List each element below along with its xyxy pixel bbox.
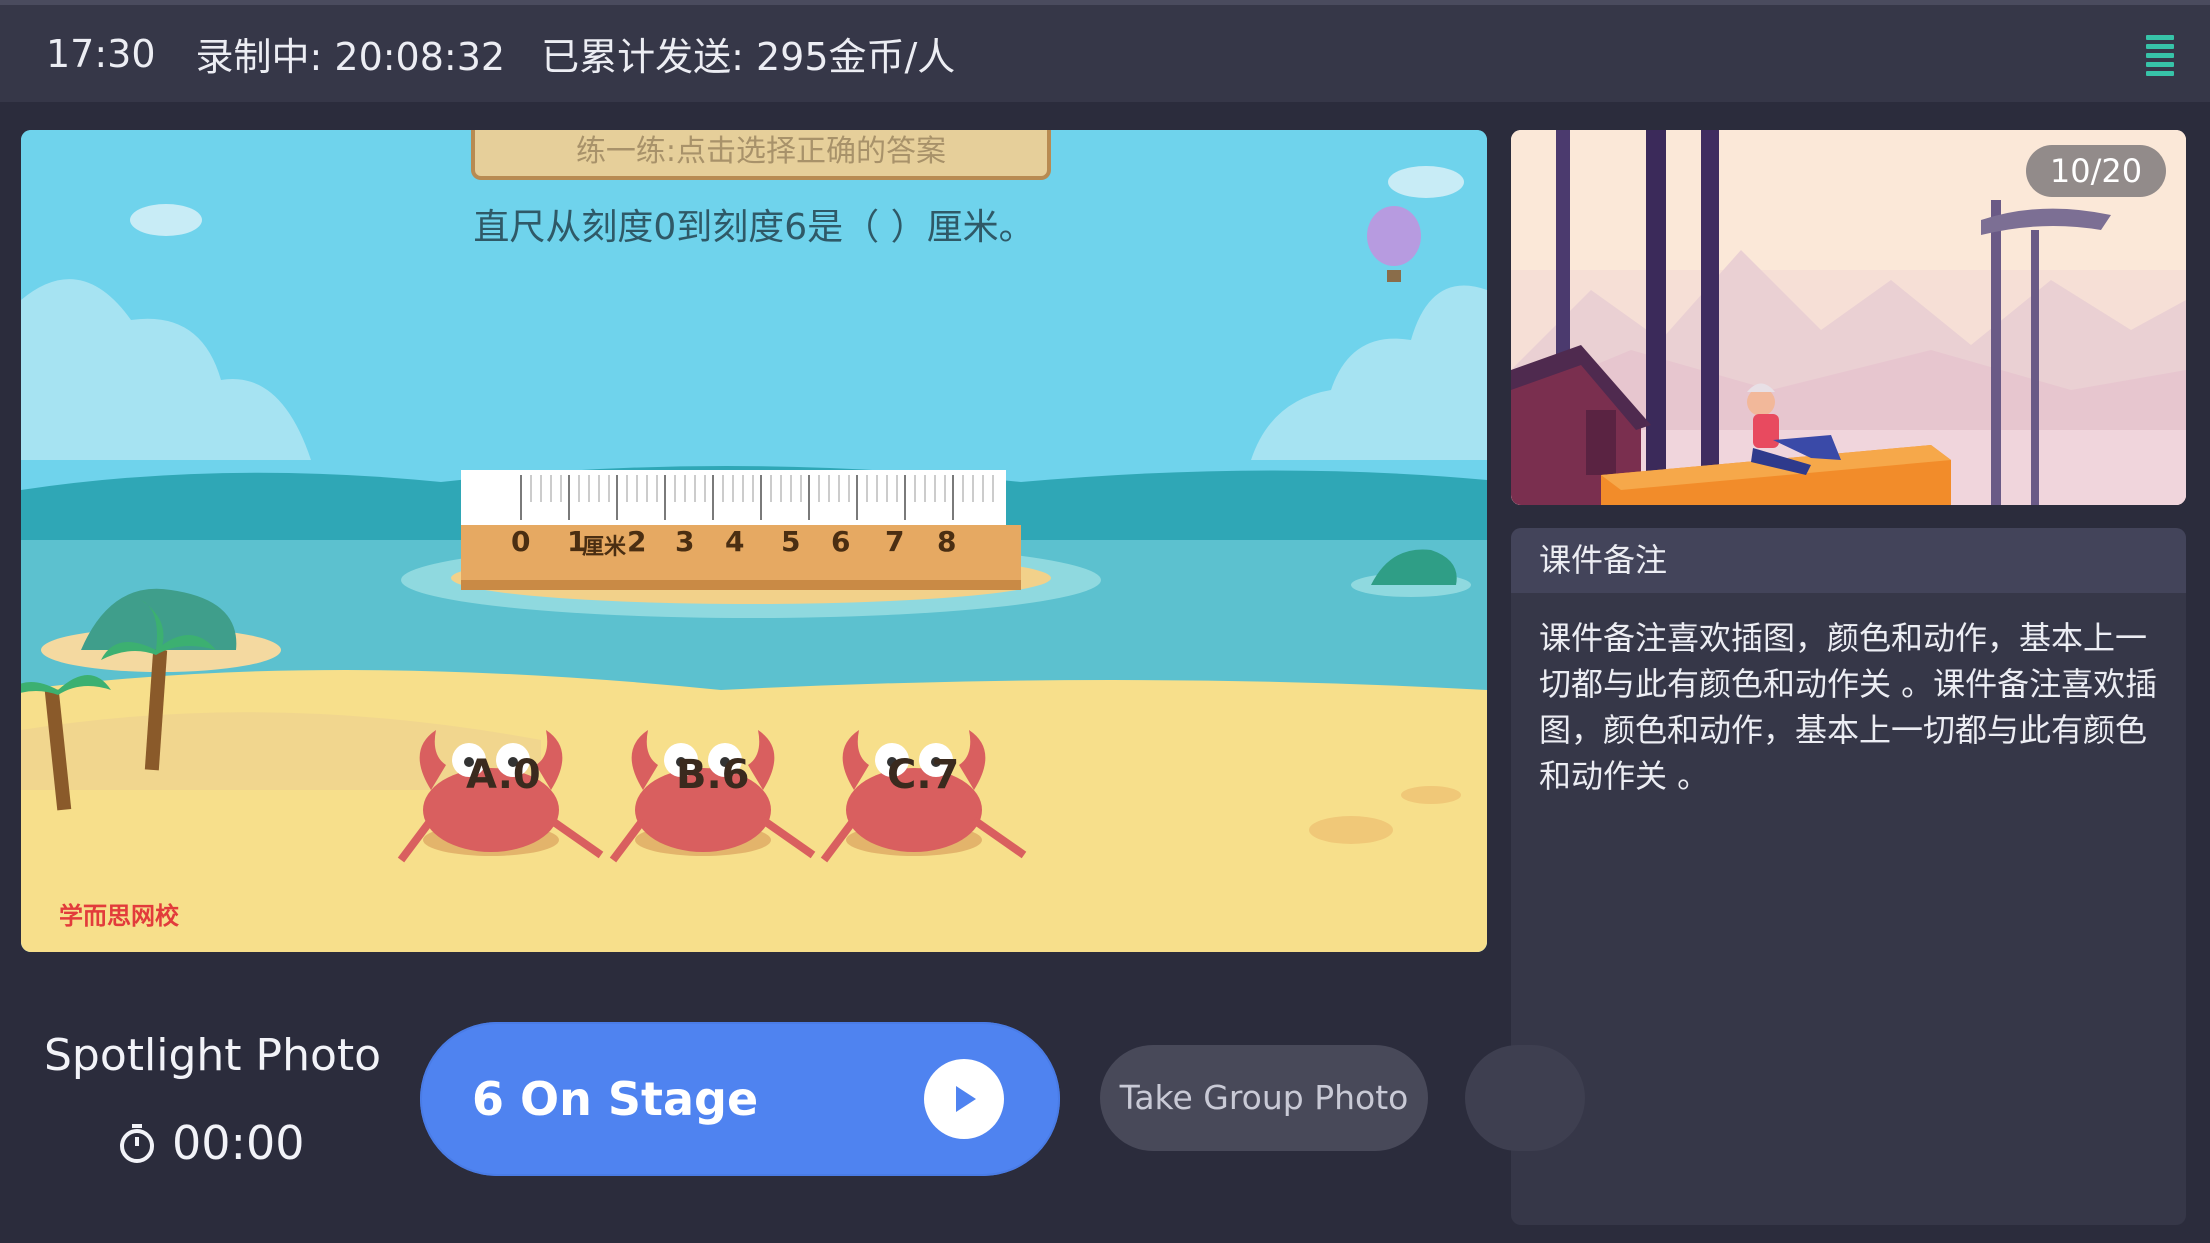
exercise-banner: 练一练:点击选择正确的答案 xyxy=(471,130,1051,180)
spotlight-photo-label: Spotlight Photo xyxy=(44,1030,382,1081)
ruler-tick-label: 3 xyxy=(675,525,695,558)
answer-option-a[interactable]: A.0 xyxy=(466,752,541,798)
courseware-notes-panel: 课件备注 课件备注喜欢插图，颜色和动作，基本上一切都与此有颜色和动作关 。课件备… xyxy=(1511,528,2186,1225)
on-stage-button[interactable]: 6 On Stage xyxy=(420,1022,1060,1176)
top-status-bar: 17:30 录制中: 20:08:32 已累计发送: 295金币/人 xyxy=(0,0,2210,102)
timer-value: 00:00 xyxy=(172,1116,305,1170)
ruler-tick-label: 5 xyxy=(781,525,801,558)
partial-hidden-button[interactable] xyxy=(1465,1045,1585,1151)
slide-preview[interactable]: 10/20 xyxy=(1511,130,2186,505)
notes-title: 课件备注 xyxy=(1511,528,2186,593)
answer-option-b[interactable]: B.6 xyxy=(676,752,750,798)
ruler-tick-label: 4 xyxy=(725,525,745,558)
beach-scene-illustration xyxy=(21,130,1487,952)
ruler-unit-label: 厘米 xyxy=(582,535,627,560)
on-stage-label: 6 On Stage xyxy=(472,1072,759,1126)
ruler-tick-label: 8 xyxy=(937,525,957,558)
coins-sent-status: 已累计发送: 295金币/人 xyxy=(541,35,956,79)
stopwatch-icon xyxy=(120,1124,154,1163)
courseware-stage[interactable]: 练一练:点击选择正确的答案 直尺从刻度0到刻度6是（ ）厘米。 0 1 厘米 2… xyxy=(21,130,1487,952)
ruler-tick-label: 2 xyxy=(627,525,647,558)
spotlight-timer: 00:00 xyxy=(118,1116,305,1170)
play-icon[interactable] xyxy=(924,1059,1004,1139)
take-group-photo-button[interactable]: Take Group Photo xyxy=(1100,1045,1428,1151)
ruler-tick-label: 0 xyxy=(511,525,531,558)
brand-logo: 学而思网校 xyxy=(59,902,179,930)
clock-time: 17:30 xyxy=(46,31,156,76)
notes-body: 课件备注喜欢插图，颜色和动作，基本上一切都与此有颜色和动作关 。课件备注喜欢插图… xyxy=(1539,619,2158,795)
ruler-tick-label: 6 xyxy=(831,525,851,558)
signal-strength-icon xyxy=(2146,35,2174,85)
answer-option-c[interactable]: C.7 xyxy=(887,752,959,798)
question-text: 直尺从刻度0到刻度6是（ ）厘米。 xyxy=(473,207,1035,248)
slide-page-counter: 10/20 xyxy=(2026,145,2166,197)
recording-status: 录制中: 20:08:32 xyxy=(195,35,506,79)
ruler-tick-label: 7 xyxy=(885,525,905,558)
